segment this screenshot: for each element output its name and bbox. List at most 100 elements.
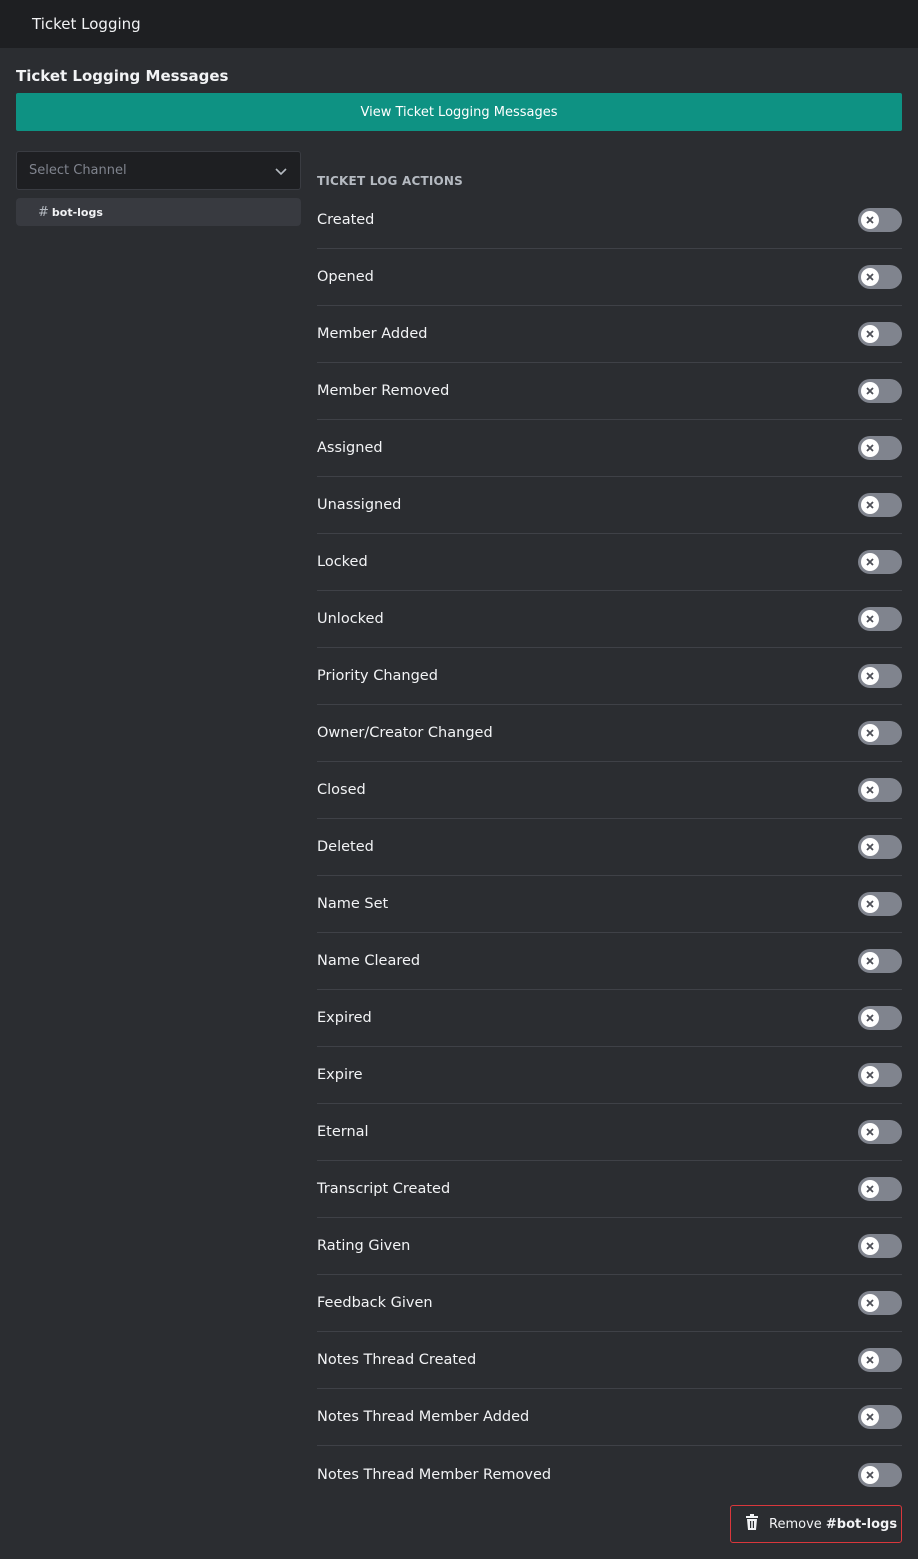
action-row: Member Removed [317, 363, 902, 420]
action-row: Notes Thread Created [317, 1332, 902, 1389]
x-icon [861, 1351, 879, 1369]
x-icon [861, 439, 879, 457]
remove-channel-button[interactable]: Remove #bot-logs [730, 1505, 902, 1543]
action-toggle[interactable] [858, 949, 902, 973]
x-icon [861, 781, 879, 799]
action-row: Member Added [317, 306, 902, 363]
top-bar: Ticket Logging [0, 0, 918, 48]
action-row: Expire [317, 1047, 902, 1104]
action-toggle[interactable] [858, 1063, 902, 1087]
channel-select[interactable]: Select Channel [16, 151, 301, 190]
ticket-log-actions: TICKET LOG ACTIONS Created Opened Member A… [317, 170, 902, 1503]
action-toggle[interactable] [858, 1006, 902, 1030]
action-toggle[interactable] [858, 265, 902, 289]
selected-channel-name: bot-logs [51, 205, 103, 219]
action-label: Rating Given [317, 1238, 411, 1254]
action-toggle[interactable] [858, 835, 902, 859]
x-icon [861, 952, 879, 970]
action-row: Unassigned [317, 477, 902, 534]
x-icon [861, 1465, 879, 1484]
action-row: Feedback Given [317, 1275, 902, 1332]
chevron-down-icon [274, 164, 288, 178]
action-label: Name Set [317, 896, 389, 912]
action-label: Member Removed [317, 383, 450, 399]
action-row: Locked [317, 534, 902, 591]
x-icon [861, 1123, 879, 1141]
action-row: Created [317, 192, 902, 249]
action-list: Created Opened Member Added Member Removed A… [317, 192, 902, 1503]
action-label: Feedback Given [317, 1295, 433, 1311]
action-label: Member Added [317, 326, 428, 342]
x-icon [861, 382, 879, 400]
x-icon [861, 610, 879, 628]
action-toggle[interactable] [858, 1348, 902, 1372]
action-toggle[interactable] [858, 208, 902, 232]
action-label: Expired [317, 1010, 372, 1026]
x-icon [861, 496, 879, 514]
action-toggle[interactable] [858, 436, 902, 460]
page-title: Ticket Logging [32, 15, 141, 33]
x-icon [861, 667, 879, 685]
action-row: Name Cleared [317, 933, 902, 990]
action-toggle[interactable] [858, 664, 902, 688]
action-toggle[interactable] [858, 322, 902, 346]
action-label: Assigned [317, 440, 383, 456]
action-toggle[interactable] [858, 379, 902, 403]
action-toggle[interactable] [858, 493, 902, 517]
remove-target: #bot-logs [825, 1516, 898, 1532]
action-toggle[interactable] [858, 778, 902, 802]
action-toggle[interactable] [858, 1462, 902, 1487]
action-row: Notes Thread Member Added [317, 1389, 902, 1446]
action-toggle[interactable] [858, 550, 902, 574]
action-label: Notes Thread Member Added [317, 1409, 530, 1425]
selected-channel-chip[interactable]: # bot-logs [16, 198, 301, 226]
x-icon [861, 553, 879, 571]
action-label: Unassigned [317, 497, 402, 513]
x-icon [861, 1408, 879, 1426]
action-toggle[interactable] [858, 607, 902, 631]
action-row: Name Set [317, 876, 902, 933]
remove-button-label: Remove #bot-logs [769, 1517, 897, 1532]
action-row: Eternal [317, 1104, 902, 1161]
action-label: Owner/Creator Changed [317, 725, 493, 741]
trash-icon [745, 1514, 759, 1534]
x-icon [861, 1237, 879, 1255]
action-toggle[interactable] [858, 1177, 902, 1201]
action-toggle[interactable] [858, 1405, 902, 1429]
action-row: Deleted [317, 819, 902, 876]
action-row: Transcript Created [317, 1161, 902, 1218]
view-ticket-logging-messages-button[interactable]: View Ticket Logging Messages [16, 93, 902, 131]
action-row: Notes Thread Member Removed [317, 1446, 902, 1503]
action-row: Owner/Creator Changed [317, 705, 902, 762]
action-toggle[interactable] [858, 1120, 902, 1144]
action-row: Assigned [317, 420, 902, 477]
action-row: Priority Changed [317, 648, 902, 705]
action-toggle[interactable] [858, 1234, 902, 1258]
action-label: Eternal [317, 1124, 369, 1140]
x-icon [861, 1294, 879, 1312]
action-label: Name Cleared [317, 953, 421, 969]
x-icon [861, 1180, 879, 1198]
action-label: Expire [317, 1067, 363, 1083]
action-label: Closed [317, 782, 366, 798]
action-label: Notes Thread Member Removed [317, 1466, 552, 1483]
action-toggle[interactable] [858, 1291, 902, 1315]
x-icon [861, 211, 879, 229]
x-icon [861, 1009, 879, 1027]
channel-select-placeholder: Select Channel [29, 163, 127, 178]
action-label: Opened [317, 269, 374, 285]
action-row: Expired [317, 990, 902, 1047]
action-label: Transcript Created [317, 1181, 451, 1197]
action-toggle[interactable] [858, 721, 902, 745]
action-label: Notes Thread Created [317, 1352, 477, 1368]
remove-prefix: Remove [769, 1516, 826, 1532]
action-row: Opened [317, 249, 902, 306]
action-label: Priority Changed [317, 668, 438, 684]
action-row: Closed [317, 762, 902, 819]
action-row: Rating Given [317, 1218, 902, 1275]
action-label: Locked [317, 554, 368, 570]
hash-icon: # [38, 204, 49, 220]
action-toggle[interactable] [858, 892, 902, 916]
x-icon [861, 838, 879, 856]
x-icon [861, 724, 879, 742]
